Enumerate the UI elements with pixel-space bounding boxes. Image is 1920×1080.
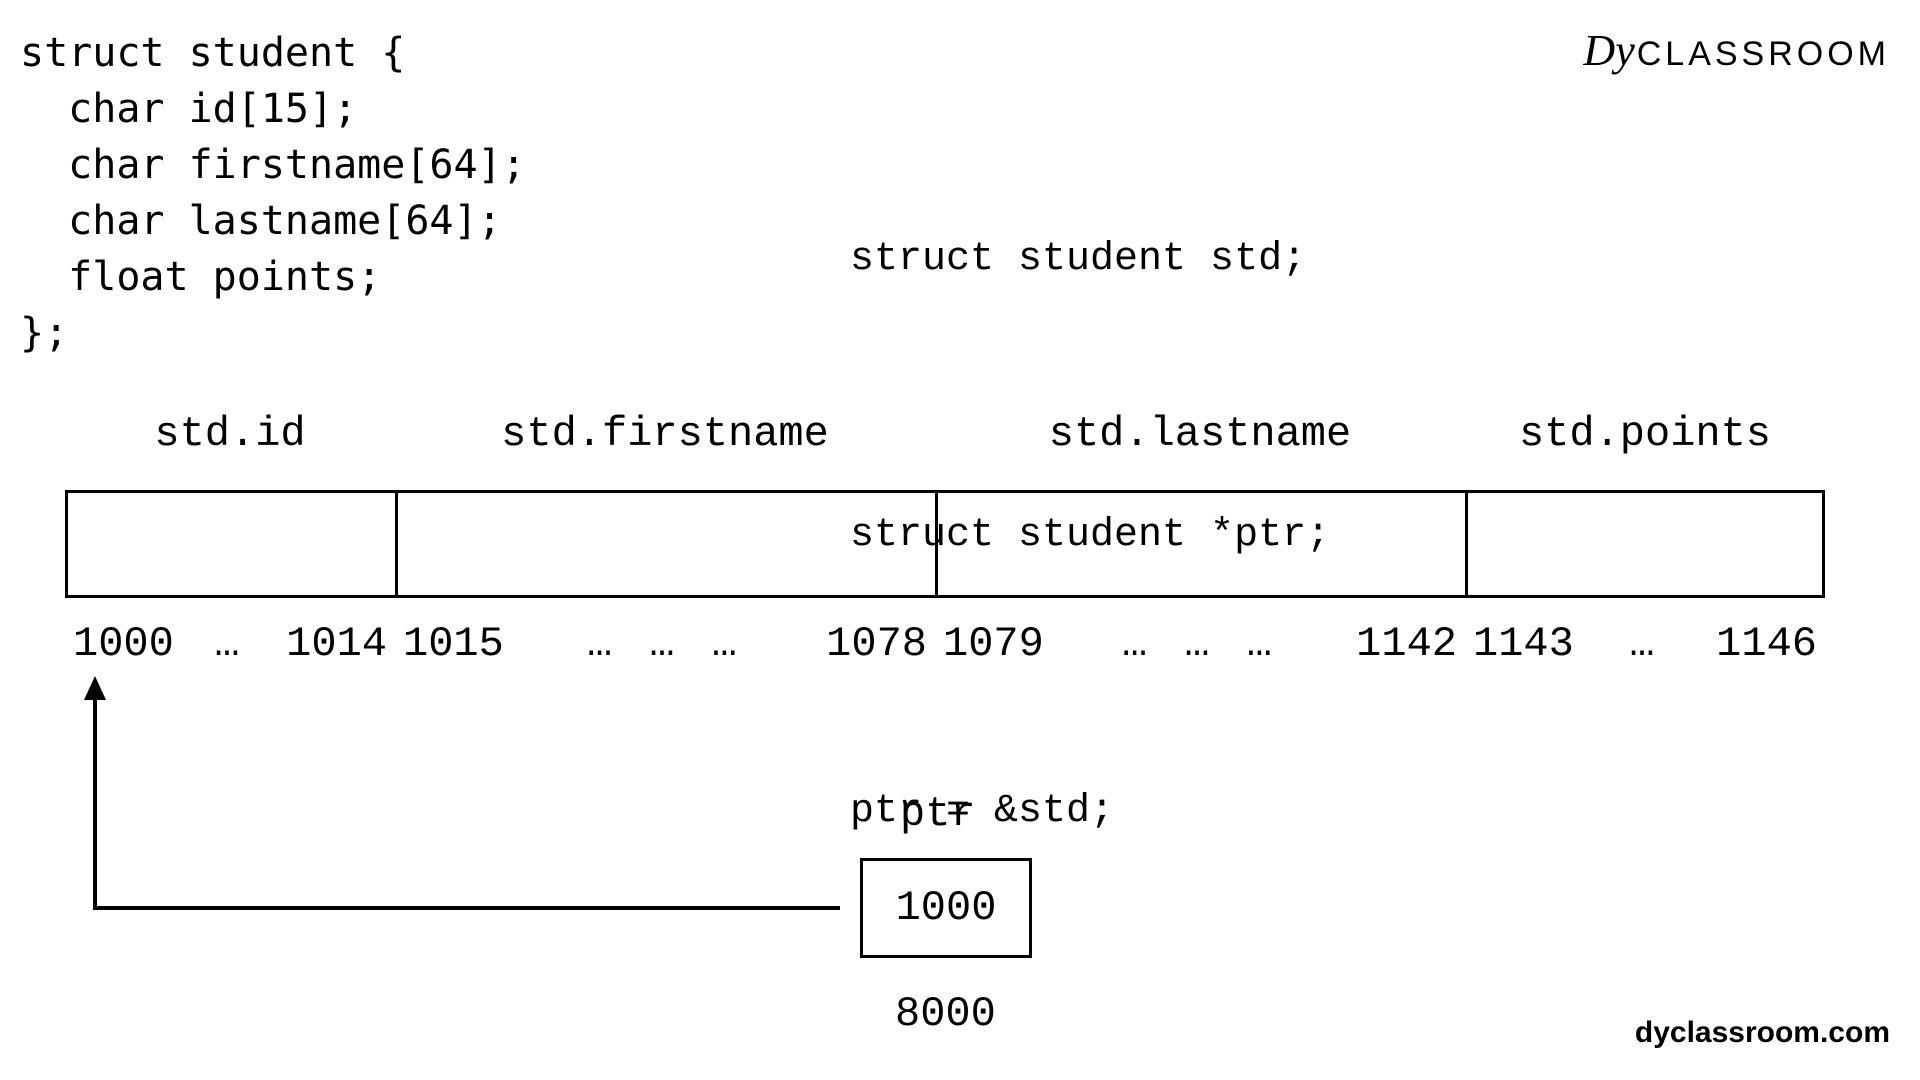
struct-definition-code: struct student { char id[15]; char first…	[20, 25, 526, 361]
addr-pt-end: 1146	[1716, 620, 1817, 668]
addr-ln-start: 1079	[943, 620, 1044, 668]
logo-script: Dy	[1583, 26, 1634, 75]
code-line-1: struct student std;	[850, 214, 1330, 306]
address-labels-row: 1000 … 1014 1015 … … … 1078 1079 … … … 1…	[65, 620, 1825, 668]
cell-lastname	[938, 493, 1468, 595]
pointer-box: 1000	[860, 858, 1032, 958]
ellipsis-icon: …	[174, 620, 286, 668]
addr-range-firstname: 1015 … … … 1078	[395, 620, 935, 668]
ellipsis-icon: … … …	[504, 620, 826, 668]
ellipsis-icon: …	[1574, 620, 1716, 668]
label-points: std.points	[1465, 410, 1825, 458]
addr-range-points: 1143 … 1146	[1465, 620, 1825, 668]
cell-firstname	[398, 493, 938, 595]
field-labels-row: std.id std.firstname std.lastname std.po…	[65, 410, 1825, 458]
memory-cells	[65, 490, 1825, 598]
site-attribution: dyclassroom.com	[1635, 1016, 1890, 1050]
addr-id-end: 1014	[286, 620, 387, 668]
label-firstname: std.firstname	[395, 410, 935, 458]
addr-range-lastname: 1079 … … … 1142	[935, 620, 1465, 668]
label-lastname: std.lastname	[935, 410, 1465, 458]
logo-text: CLASSROOM	[1637, 35, 1890, 73]
brand-logo: DyCLASSROOM	[1583, 25, 1890, 76]
pointer-value: 1000	[896, 884, 997, 932]
ellipsis-icon: … … …	[1044, 620, 1356, 668]
addr-range-id: 1000 … 1014	[65, 620, 395, 668]
addr-pt-start: 1143	[1473, 620, 1574, 668]
cell-points	[1468, 493, 1822, 595]
pointer-label: ptr	[900, 790, 976, 838]
cell-id	[68, 493, 398, 595]
addr-fn-start: 1015	[403, 620, 504, 668]
addr-fn-end: 1078	[826, 620, 927, 668]
pointer-arrow-icon	[80, 676, 850, 916]
pointer-address: 8000	[895, 990, 996, 1038]
addr-ln-end: 1142	[1356, 620, 1457, 668]
label-id: std.id	[65, 410, 395, 458]
addr-id-start: 1000	[73, 620, 174, 668]
